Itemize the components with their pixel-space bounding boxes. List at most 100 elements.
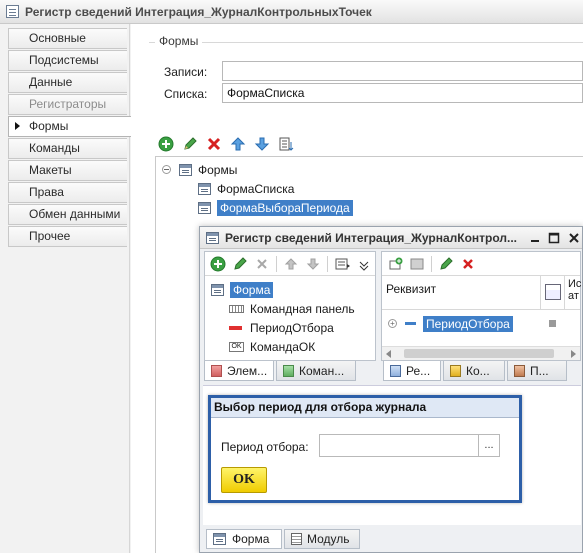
form-editor-title-bar: Регистр сведений Интеграция_ЖурналКонтро… [200,227,582,249]
move-up-icon[interactable] [229,135,247,153]
edit-icon[interactable] [437,255,455,273]
toolbar-separator [276,255,277,272]
elements-toolbar [205,252,375,276]
edit-icon[interactable] [231,255,249,273]
sidebar-item-data-exchange[interactable]: Обмен данными [8,204,127,225]
current-item-arrow-icon [15,122,20,130]
add-icon[interactable] [209,255,227,273]
form-icon [198,201,211,214]
record-form-input[interactable] [222,61,583,81]
sidebar-item-templates[interactable]: Макеты [8,160,127,181]
element-row-period-field[interactable]: ПериодОтбора [229,318,334,337]
delete-icon[interactable] [253,255,271,273]
sidebar-item-main[interactable]: Основные [8,28,127,49]
move-down-icon[interactable] [253,135,271,153]
period-picker-button[interactable]: ... [479,434,500,457]
tab-form[interactable]: Форма [206,529,282,549]
tree-item-label-selected: ФормаВыбораПериода [217,199,353,216]
sort-list-icon[interactable] [277,135,295,153]
tree-row-period-form[interactable]: ФормаВыбораПериода [198,198,353,217]
sidebar-item-data[interactable]: Данные [8,72,127,93]
commands-tab-icon [283,364,294,377]
tab-module[interactable]: Модуль [284,529,360,549]
move-down-icon[interactable] [304,255,322,273]
toolbar-separator [431,255,432,272]
add-nested-icon[interactable] [408,255,426,273]
list-form-input[interactable] [222,83,583,103]
tree-row-list-form[interactable]: ФормаСписка [198,179,294,198]
header-line: ат [568,290,579,302]
properties-icon[interactable] [333,255,351,273]
tab-form-commands[interactable]: Ко... [443,361,505,381]
tab-label: Форма [232,532,270,546]
form-icon [211,283,224,296]
sidebar-item-other[interactable]: Прочее [8,226,127,247]
column-divider [564,276,565,310]
form-icon [179,163,192,176]
tree-root-row[interactable]: Формы [162,160,237,179]
sidebar: Основные Подсистемы Данные Регистраторы … [0,24,131,553]
scroll-right-icon[interactable] [571,350,576,358]
form-icon [213,533,226,545]
period-field-input[interactable] [319,434,479,457]
forms-toolbar [157,134,295,154]
tab-label: Элем... [227,363,268,378]
field-icon [229,325,242,330]
sidebar-item-rights[interactable]: Права [8,182,127,203]
add-attribute-icon[interactable] [386,255,404,273]
sidebar-item-label: Прочее [29,229,71,243]
preview-dialog-title: Выбор период для отбора журнала [211,398,519,418]
sidebar-item-registrars[interactable]: Регистраторы [8,94,127,115]
form-commands-tab-icon [450,364,461,377]
element-label: Командная панель [250,301,355,316]
table-icon [545,284,561,300]
sidebar-item-label: Регистраторы [29,97,107,111]
attribute-column-header: Реквизит [386,282,437,296]
add-icon[interactable] [157,135,175,153]
parameters-tab-icon [514,364,525,377]
scroll-thumb[interactable] [404,349,554,358]
elements-pane: Форма Командная панель ПериодОтбора OK К… [204,251,376,361]
collapse-icon[interactable] [162,165,171,174]
expand-icon[interactable]: + [388,319,397,328]
checkbox-indicator[interactable] [549,320,556,327]
sidebar-item-label: Формы [29,119,69,133]
sidebar-item-commands[interactable]: Команды [8,138,127,159]
tab-label: Ре... [406,363,431,378]
attribute-row-period[interactable]: + ПериодОтбора [388,314,513,333]
ok-button-icon: OK [229,341,244,352]
tab-elements[interactable]: Элем... [204,361,274,381]
close-icon[interactable] [566,230,582,246]
sidebar-item-forms[interactable]: Формы [8,116,131,137]
attributes-pane: Реквизит Ис ат + ПериодОтбора [381,251,581,361]
sidebar-item-label: Основные [29,31,86,45]
editor-bottom-tabs: Форма Модуль [206,529,360,549]
scroll-left-icon[interactable] [386,350,391,358]
tab-commands[interactable]: Коман... [276,361,356,381]
move-up-icon[interactable] [282,255,300,273]
ok-button[interactable]: OK [221,467,267,493]
element-label: КомандаОК [250,339,316,354]
sidebar-item-subsystems[interactable]: Подсистемы [8,50,127,71]
element-row-command-bar[interactable]: Командная панель [229,299,355,318]
group-frame-line [155,42,583,43]
element-row-ok-command[interactable]: OK КомандаОК [229,337,315,356]
tab-parameters[interactable]: П... [507,361,567,381]
tab-attributes[interactable]: Ре... [383,361,441,381]
window-title: Регистр сведений Интеграция_ЖурналКонтро… [25,4,372,19]
maximize-icon[interactable] [546,230,562,246]
more-menu-icon[interactable] [355,255,373,273]
edit-icon[interactable] [181,135,199,153]
elements-root-row[interactable]: Форма [211,280,274,299]
delete-icon[interactable] [205,135,223,153]
element-label: ПериодОтбора [250,320,334,335]
elements-tab-icon [211,364,222,377]
attribute-label: ПериодОтбора [423,315,513,332]
record-form-label: Записи: [164,65,208,79]
horizontal-scrollbar[interactable] [382,346,580,360]
minimize-icon[interactable] [527,230,543,246]
delete-icon[interactable] [459,255,477,273]
command-bar-icon [229,304,244,313]
sidebar-item-label: Макеты [29,163,72,177]
attributes-tab-icon [390,364,401,377]
